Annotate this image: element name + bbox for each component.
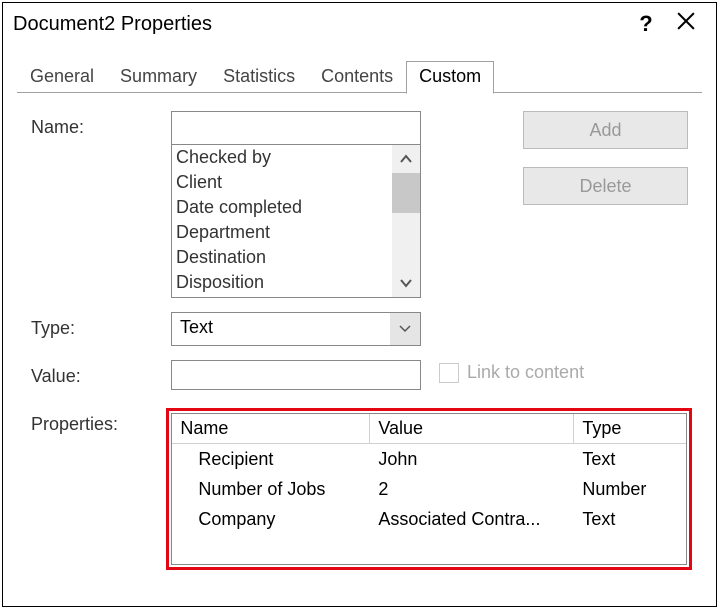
scroll-down-button[interactable] (392, 269, 420, 297)
col-header-type[interactable]: Type (574, 414, 686, 443)
cell-value: 2 (370, 479, 574, 500)
type-select[interactable]: Text (171, 312, 421, 346)
table-header: Name Value Type (172, 414, 686, 444)
chevron-up-icon (399, 154, 413, 164)
titlebar: Document2 Properties ? (3, 3, 716, 45)
list-item[interactable]: Client (176, 170, 416, 195)
close-icon (677, 12, 695, 30)
tab-general[interactable]: General (17, 61, 107, 93)
name-input[interactable] (171, 111, 421, 145)
value-input[interactable] (171, 360, 421, 390)
chevron-down-icon (399, 325, 411, 333)
link-to-content-checkbox (439, 363, 459, 383)
list-item[interactable]: Destination (176, 245, 416, 270)
list-item[interactable]: Department (176, 220, 416, 245)
cell-name: Number of Jobs (172, 479, 370, 500)
cell-type: Number (574, 479, 686, 500)
type-label: Type: (31, 312, 171, 339)
col-header-name[interactable]: Name (172, 414, 370, 443)
table-row[interactable]: Company Associated Contra... Text (172, 504, 686, 534)
properties-table[interactable]: Name Value Type Recipient John Text Numb… (171, 413, 687, 565)
chevron-down-icon (399, 278, 413, 288)
name-list-body: Checked by Client Date completed Departm… (172, 145, 420, 295)
type-select-button[interactable] (390, 313, 420, 345)
scrollbar[interactable] (392, 145, 420, 297)
properties-table-highlight: Name Value Type Recipient John Text Numb… (166, 408, 692, 570)
help-button[interactable]: ? (626, 11, 666, 37)
list-item[interactable]: Date completed (176, 195, 416, 220)
close-button[interactable] (666, 12, 706, 36)
cell-type: Text (574, 449, 686, 470)
tab-contents[interactable]: Contents (308, 61, 406, 93)
link-to-content-wrap: Link to content (439, 360, 584, 383)
tab-strip: General Summary Statistics Contents Cust… (17, 59, 702, 93)
table-row[interactable]: Recipient John Text (172, 444, 686, 474)
col-header-value[interactable]: Value (370, 414, 574, 443)
name-label: Name: (31, 111, 171, 138)
properties-label: Properties: (31, 408, 170, 435)
cell-type: Text (574, 509, 686, 530)
delete-button[interactable]: Delete (523, 167, 688, 205)
tab-statistics[interactable]: Statistics (210, 61, 308, 93)
window-title: Document2 Properties (13, 13, 626, 36)
cell-value: Associated Contra... (370, 509, 574, 530)
link-to-content-label: Link to content (467, 362, 584, 383)
value-label: Value: (31, 360, 171, 387)
type-select-value: Text (172, 313, 390, 345)
properties-dialog: Document2 Properties ? General Summary S… (2, 2, 717, 607)
list-item[interactable]: Checked by (176, 145, 416, 170)
cell-value: John (370, 449, 574, 470)
table-row[interactable]: Number of Jobs 2 Number (172, 474, 686, 504)
name-listbox[interactable]: Checked by Client Date completed Departm… (171, 144, 421, 298)
tab-custom[interactable]: Custom (406, 61, 494, 94)
scroll-thumb[interactable] (392, 173, 420, 213)
list-item[interactable]: Disposition (176, 270, 416, 295)
scroll-up-button[interactable] (392, 145, 420, 173)
cell-name: Recipient (172, 449, 370, 470)
cell-name: Company (172, 509, 370, 530)
add-button[interactable]: Add (523, 111, 688, 149)
tab-summary[interactable]: Summary (107, 61, 210, 93)
